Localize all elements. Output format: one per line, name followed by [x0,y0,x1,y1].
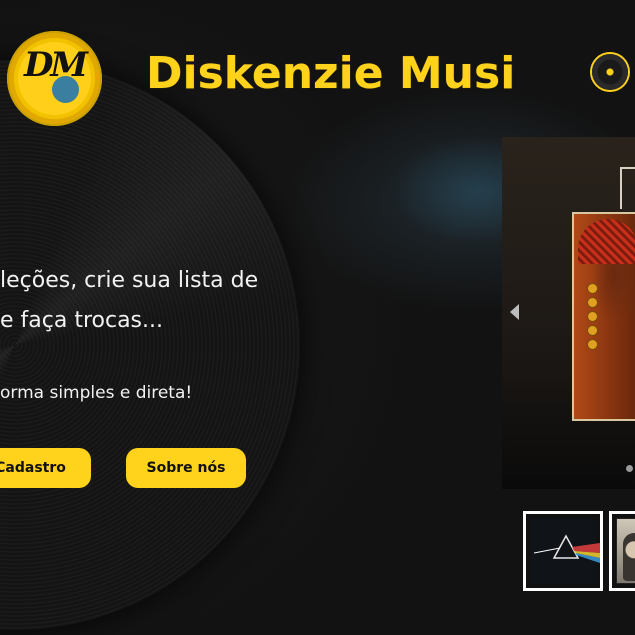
vinyl-record-icon [592,54,628,90]
site-logo[interactable]: DM [7,31,102,126]
album-band-logo [620,167,635,209]
hero-subtitle: orma simples e direta! [0,383,193,403]
chevron-left-icon[interactable] [510,304,519,320]
logo-text: DM [23,45,88,85]
portrait-album-thumbnail[interactable] [609,511,635,591]
sobre-nos-button[interactable]: Sobre nós [126,448,246,488]
album-carousel[interactable] [502,137,635,489]
prism-cover [530,518,600,584]
portrait-cover [616,518,635,584]
hero-headline-line1: leções, crie sua lista de [0,268,259,293]
vinyl-shine [0,60,300,630]
album-cover[interactable] [572,212,635,421]
album-hair [578,219,635,264]
portrait-figure [623,533,635,581]
hero-headline-line2: e faça trocas... [0,308,163,333]
carousel-indicator-dot[interactable] [626,465,633,472]
cadastro-button[interactable]: Cadastro [0,448,91,488]
prism-album-thumbnail[interactable] [523,511,603,591]
site-title: Diskenzie Musi [146,48,516,99]
album-beads [588,284,608,354]
prism-icon [533,534,600,563]
album-artwork [574,214,635,419]
